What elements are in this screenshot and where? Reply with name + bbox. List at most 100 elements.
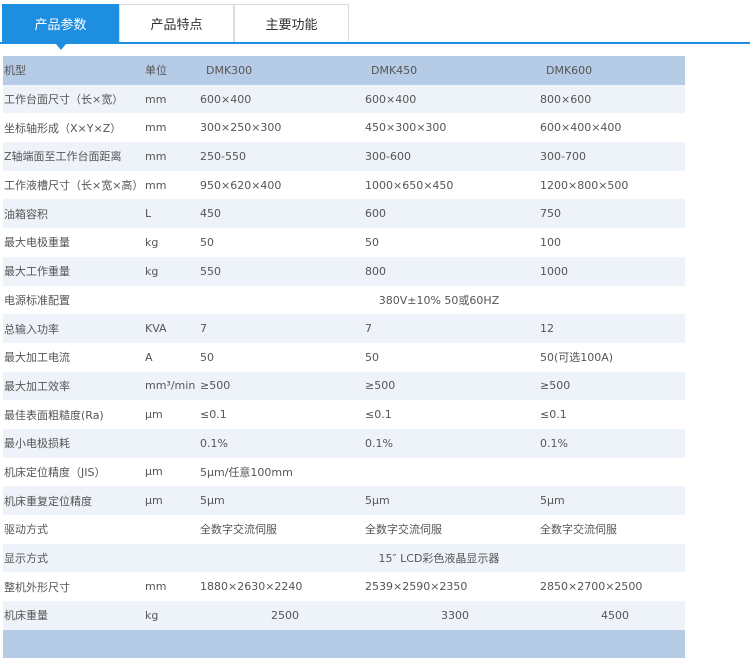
table-cell: 300-700 — [540, 149, 586, 163]
table-cell: 50 — [365, 235, 379, 249]
table-cell: 800 — [365, 264, 386, 278]
table-cell: 300-600 — [365, 149, 411, 163]
table-cell: ≥500 — [540, 379, 571, 393]
header-cell: 单位 — [145, 64, 167, 78]
table-cell: 7 — [365, 322, 372, 336]
table-cell: 7 — [200, 322, 207, 336]
table-cell: 驱动方式 — [4, 523, 48, 537]
table-cell: 4500 — [601, 608, 629, 622]
table-row: 最佳表面粗糙度(Ra) μm ≤0.1 ≤0.1 ≤0.1 — [3, 400, 685, 429]
table-cell: 50 — [200, 235, 214, 249]
table-cell: kg — [145, 235, 159, 249]
table-cell: 1200×800×500 — [540, 178, 629, 192]
table-cell: 800×600 — [540, 92, 592, 106]
table-cell: 全数字交流伺服 — [365, 523, 442, 537]
table-row: 最大工作重量 kg 550 800 1000 — [3, 256, 685, 286]
table-row: 油箱容积 L 450 600 750 — [3, 199, 685, 229]
table-cell: 2850×2700×2500 — [540, 580, 643, 594]
table-cell: mm — [145, 178, 167, 192]
table-header-row: 机型 单位 DMK300 DMK450 DMK600 — [3, 56, 685, 85]
table-row: Z轴端面至工作台面距离 mm 250-550 300-600 300-700 — [3, 142, 685, 171]
table-cell: kg — [145, 608, 159, 622]
table-cell: 50(可选100A) — [540, 351, 614, 365]
tab-product-features[interactable]: 产品特点 — [119, 4, 234, 42]
tab-main-functions[interactable]: 主要功能 — [234, 4, 349, 42]
table-cell: 最大加工效率 — [4, 379, 70, 393]
table-cell: KVA — [145, 322, 167, 336]
table-cell: 油箱容积 — [4, 207, 48, 221]
table-cell: mm — [145, 121, 167, 135]
tab-label: 产品参数 — [34, 18, 87, 33]
table-cell: 5μm — [200, 494, 225, 508]
table-row: 工作液槽尺寸（长×宽×高） mm 950×620×400 1000×650×450 12… — [3, 171, 685, 200]
table-cell: 工作液槽尺寸（长×宽×高） — [4, 179, 144, 193]
table-cell: 0.1% — [200, 436, 228, 450]
table-cell: μm — [145, 408, 163, 422]
table-row: 总输入功率 KVA 7 7 12 — [3, 314, 685, 343]
tab-product-params[interactable]: 产品参数 — [2, 4, 119, 50]
table-cell: 坐标轴形成（X×Y×Z） — [4, 121, 122, 135]
table-cell: Z轴端面至工作台面距离 — [4, 150, 122, 164]
table-cell: 450 — [200, 207, 221, 221]
table-cell: 最大工作重量 — [4, 265, 70, 279]
header-cell: 机型 — [4, 64, 26, 78]
spec-table: 机型 单位 DMK300 DMK450 DMK600 工作台面尺寸（长×宽） mm… — [3, 56, 685, 630]
table-cell: 950×620×400 — [200, 178, 282, 192]
table-cell: mm³/min — [145, 379, 196, 393]
table-row: 机床重复定位精度 μm 5μm 5μm 5μm — [3, 486, 685, 515]
table-cell: 100 — [540, 235, 561, 249]
table-row: 最大加工电流 A 50 50 50(可选100A) — [3, 343, 685, 372]
table-cell: 50 — [365, 350, 379, 364]
tab-label: 主要功能 — [265, 18, 318, 33]
table-cell: ≥500 — [200, 379, 231, 393]
table-cell: 300×250×300 — [200, 121, 282, 135]
table-cell: mm — [145, 580, 167, 594]
table-row: 电源标准配置 380V±10% 50或60HZ — [3, 286, 685, 315]
table-row: 驱动方式 全数字交流伺服 全数字交流伺服 全数字交流伺服 — [3, 515, 685, 544]
table-row: 工作台面尺寸（长×宽） mm 600×400 600×400 800×600 — [3, 84, 685, 114]
table-row: 机床重量 kg 2500 3300 4500 — [3, 601, 685, 630]
table-cell: 3300 — [441, 608, 469, 622]
table-cell: 0.1% — [540, 436, 568, 450]
table-cell: μm — [145, 465, 163, 479]
table-cell: 2539×2590×2350 — [365, 580, 468, 594]
header-cell: DMK450 — [371, 63, 418, 77]
table-cell: 1000×650×450 — [365, 178, 454, 192]
tab-bar: 产品参数 产品特点 主要功能 — [0, 0, 750, 50]
table-cell: L — [145, 207, 152, 221]
table-cell: 2500 — [271, 608, 299, 622]
table-cell: ≥500 — [365, 379, 396, 393]
table-cell: 600×400 — [200, 92, 252, 106]
table-row: 最大电极重量 kg 50 50 100 — [3, 228, 685, 257]
table-cell: 750 — [540, 207, 561, 221]
table-cell: kg — [145, 264, 159, 278]
table-cell: mm — [145, 149, 167, 163]
table-cell: 最小电极损耗 — [4, 437, 70, 451]
table-cell: 450×300×300 — [365, 121, 447, 135]
table-cell: 380V±10% 50或60HZ — [378, 293, 500, 307]
table-row: 最小电极损耗 0.1% 0.1% 0.1% — [3, 428, 685, 458]
table-cell: ≤0.1 — [200, 408, 227, 422]
table-cell: 250-550 — [200, 149, 246, 163]
table-cell: 600×400 — [365, 92, 417, 106]
table-cell: 最大电极重量 — [4, 236, 70, 250]
table-cell: mm — [145, 92, 167, 106]
table-row: 显示方式 15″ LCD彩色液晶显示器 — [3, 543, 685, 573]
table-row: 最大加工效率 mm³/min ≥500 ≥500 ≥500 — [3, 371, 685, 401]
header-cell: DMK600 — [546, 63, 593, 77]
table-cell: 5μm/任意100mm — [200, 465, 293, 479]
table-cell: 机床重量 — [4, 609, 48, 623]
table-cell: 最佳表面粗糙度(Ra) — [4, 408, 104, 422]
tab-label: 产品特点 — [150, 18, 203, 33]
table-cell: 600 — [365, 207, 386, 221]
table-cell: 全数字交流伺服 — [540, 523, 617, 537]
table-row: 坐标轴形成（X×Y×Z） mm 300×250×300 450×300×300 600×… — [3, 113, 685, 142]
table-cell: 600×400×400 — [540, 121, 622, 135]
table-cell: A — [145, 350, 153, 364]
table-cell: ≤0.1 — [540, 408, 567, 422]
table-footer-bar — [3, 630, 685, 658]
header-cell: DMK300 — [206, 63, 253, 77]
table-cell: ≤0.1 — [365, 408, 392, 422]
table-cell: 机床重复定位精度 — [4, 494, 92, 508]
table-cell: μm — [145, 494, 163, 508]
